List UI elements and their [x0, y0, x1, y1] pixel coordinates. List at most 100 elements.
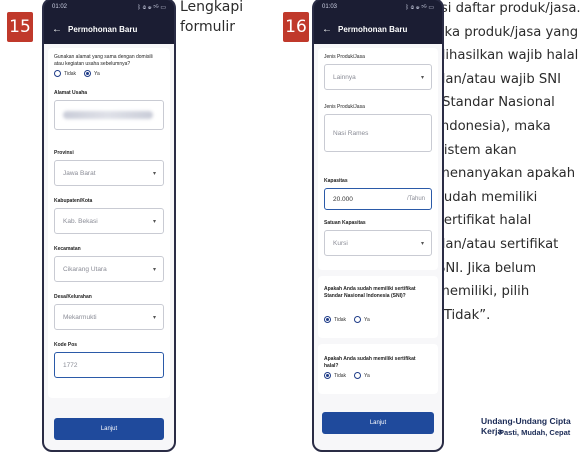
status-icons: ᛒ ◎ ☏ ⁵ᴳ ▭ [405, 4, 434, 11]
desa-label: Desa/Kelurahan [54, 294, 92, 300]
radio-label: Tidak [64, 70, 77, 77]
step-caption: Isi daftar produk/jasa. Jika produk/jasa… [437, 0, 581, 327]
kapasitas-suffix: /Tahun [406, 196, 425, 202]
radio-tidak[interactable]: Tidak [54, 70, 76, 77]
caption-line: sertifikat halal [437, 213, 532, 229]
alamat-label: Alamat Usaha [54, 90, 88, 96]
jenis-select[interactable]: Lainnya ▾ [324, 64, 432, 90]
radio-label: Ya [364, 372, 370, 379]
status-time: 01:02 [52, 4, 68, 10]
caption-line: “Tidak”. [437, 307, 491, 323]
jenis-label: Jenis Produk/Jasa [324, 54, 365, 60]
kapasitas-label: Kapasitas [324, 178, 348, 184]
caption-line: SNI. Jika belum [437, 260, 537, 276]
provinsi-value: Jawa Barat [63, 169, 96, 177]
app-bar: ← Permohonan Baru [314, 14, 442, 44]
back-arrow-icon[interactable]: ← [322, 24, 332, 35]
caption-line: Lengkapi [180, 0, 244, 15]
kecamatan-value: Cikarang Utara [63, 265, 107, 273]
dropdown-caret-icon: ▾ [152, 314, 156, 321]
produk-label: Jenis Produk/Jasa [324, 104, 365, 110]
kabupaten-value: Kab. Bekasi [63, 217, 98, 225]
radio-button-icon[interactable] [354, 316, 361, 323]
footer-tagline: Pasti, Mudah, Cepat [499, 428, 571, 437]
halal-radio-ya[interactable]: Ya [354, 372, 370, 379]
radio-button-selected-icon[interactable] [324, 316, 331, 323]
dropdown-caret-icon: ▾ [420, 240, 424, 247]
lanjut-button[interactable]: Lanjut [54, 418, 164, 440]
radio-label: Ya [364, 316, 370, 323]
lanjut-button[interactable]: Lanjut [322, 412, 434, 434]
kecamatan-select[interactable]: Cikarang Utara ▾ [54, 256, 164, 282]
step-caption: Lengkapi formulir [180, 0, 243, 37]
caption-line: memiliki, pilih [437, 284, 530, 300]
step-number-badge: 15 [7, 12, 33, 42]
produk-textarea[interactable]: Nasi Rames [324, 114, 432, 152]
status-time: 01:03 [322, 4, 338, 10]
kodepos-value: 1772 [63, 361, 78, 369]
halal-card: Apakah Anda sudah memiliki sertifikat ha… [318, 344, 438, 394]
radio-button-icon[interactable] [54, 70, 61, 77]
form-screen: Jenis Produk/Jasa Lainnya ▾ Jenis Produk… [314, 44, 442, 450]
step-number-badge: 16 [283, 12, 309, 42]
radio-button-selected-icon[interactable] [324, 372, 331, 379]
dropdown-caret-icon: ▾ [152, 218, 156, 225]
radio-ya[interactable]: Ya [84, 70, 100, 77]
radio-button-selected-icon[interactable] [84, 70, 91, 77]
radio-label: Ya [94, 70, 100, 77]
sni-question: Apakah Anda sudah memiliki sertifikat St… [324, 286, 416, 299]
radio-button-icon[interactable] [354, 372, 361, 379]
radio-label: Tidak [334, 316, 347, 323]
desa-value: Mekarmukti [63, 313, 97, 321]
produk-value: Nasi Rames [333, 129, 369, 137]
kodepos-label: Kode Pos [54, 342, 78, 348]
caption-line: dihasilkan wajib halal [437, 48, 579, 64]
dropdown-caret-icon: ▾ [420, 74, 424, 81]
kabupaten-select[interactable]: Kab. Bekasi ▾ [54, 208, 164, 234]
status-icons: ᛒ ◎ ☏ ⁵ᴳ ▭ [137, 4, 166, 11]
app-bar: ← Permohonan Baru [44, 14, 174, 44]
form-card: Gunakan alamat yang sama dengan domisili… [48, 48, 170, 398]
sni-radio-ya[interactable]: Ya [354, 316, 370, 323]
phone-screenshot: 01:02 ᛒ ◎ ☏ ⁵ᴳ ▭ ← Permohonan Baru Gunak… [42, 0, 176, 452]
satuan-select[interactable]: Kursi ▾ [324, 230, 432, 256]
app-bar-title: Permohonan Baru [338, 24, 408, 34]
caption-line: formulir [180, 19, 236, 35]
caption-line: (Standar Nasional [437, 95, 555, 111]
provinsi-select[interactable]: Jawa Barat ▾ [54, 160, 164, 186]
dropdown-caret-icon: ▾ [152, 266, 156, 273]
caption-line: dan/atau sertifikat [437, 236, 559, 252]
dropdown-caret-icon: ▾ [152, 170, 156, 177]
back-arrow-icon[interactable]: ← [52, 24, 62, 35]
alamat-textarea[interactable] [54, 100, 164, 130]
sni-radio-tidak[interactable]: Tidak [324, 316, 346, 323]
kapasitas-input[interactable]: 20.000 /Tahun [324, 188, 432, 210]
phone-screenshot: 01:03 ᛒ ◎ ☏ ⁵ᴳ ▭ ← Permohonan Baru Jenis… [312, 0, 444, 452]
kecamatan-label: Kecamatan [54, 246, 81, 252]
radio-label: Tidak [334, 372, 347, 379]
caption-line: Indonesia), maka [437, 118, 551, 134]
provinsi-label: Provinsi [54, 150, 74, 156]
kapasitas-value: 20.000 [333, 195, 353, 203]
form-screen: Gunakan alamat yang sama dengan domisili… [44, 44, 174, 450]
sni-card: Apakah Anda sudah memiliki sertifikat St… [318, 276, 438, 338]
blurred-address [63, 111, 153, 119]
status-bar: 01:03 ᛒ ◎ ☏ ⁵ᴳ ▭ [314, 0, 442, 14]
app-bar-title: Permohonan Baru [68, 24, 138, 34]
satuan-value: Kursi [333, 239, 348, 247]
caption-line: dan/atau wajib SNI [437, 71, 562, 87]
caption-line: sudah memiliki [437, 189, 538, 205]
halal-radio-tidak[interactable]: Tidak [324, 372, 346, 379]
caption-line: sistem akan [437, 142, 517, 158]
kabupaten-label: Kabupaten/Kota [54, 198, 93, 204]
jenis-value: Lainnya [333, 73, 356, 81]
halal-question: Apakah Anda sudah memiliki sertifikat ha… [324, 356, 416, 369]
address-question: Gunakan alamat yang sama dengan domisili… [54, 54, 153, 67]
product-card: Jenis Produk/Jasa Lainnya ▾ Jenis Produk… [318, 48, 438, 270]
caption-line: menanyakan apakah [437, 166, 576, 182]
status-bar: 01:02 ᛒ ◎ ☏ ⁵ᴳ ▭ [44, 0, 174, 14]
kodepos-input[interactable]: 1772 [54, 352, 164, 378]
satuan-label: Satuan Kapasitas [324, 220, 366, 226]
caption-line: Isi daftar produk/jasa. [437, 1, 581, 16]
desa-select[interactable]: Mekarmukti ▾ [54, 304, 164, 330]
